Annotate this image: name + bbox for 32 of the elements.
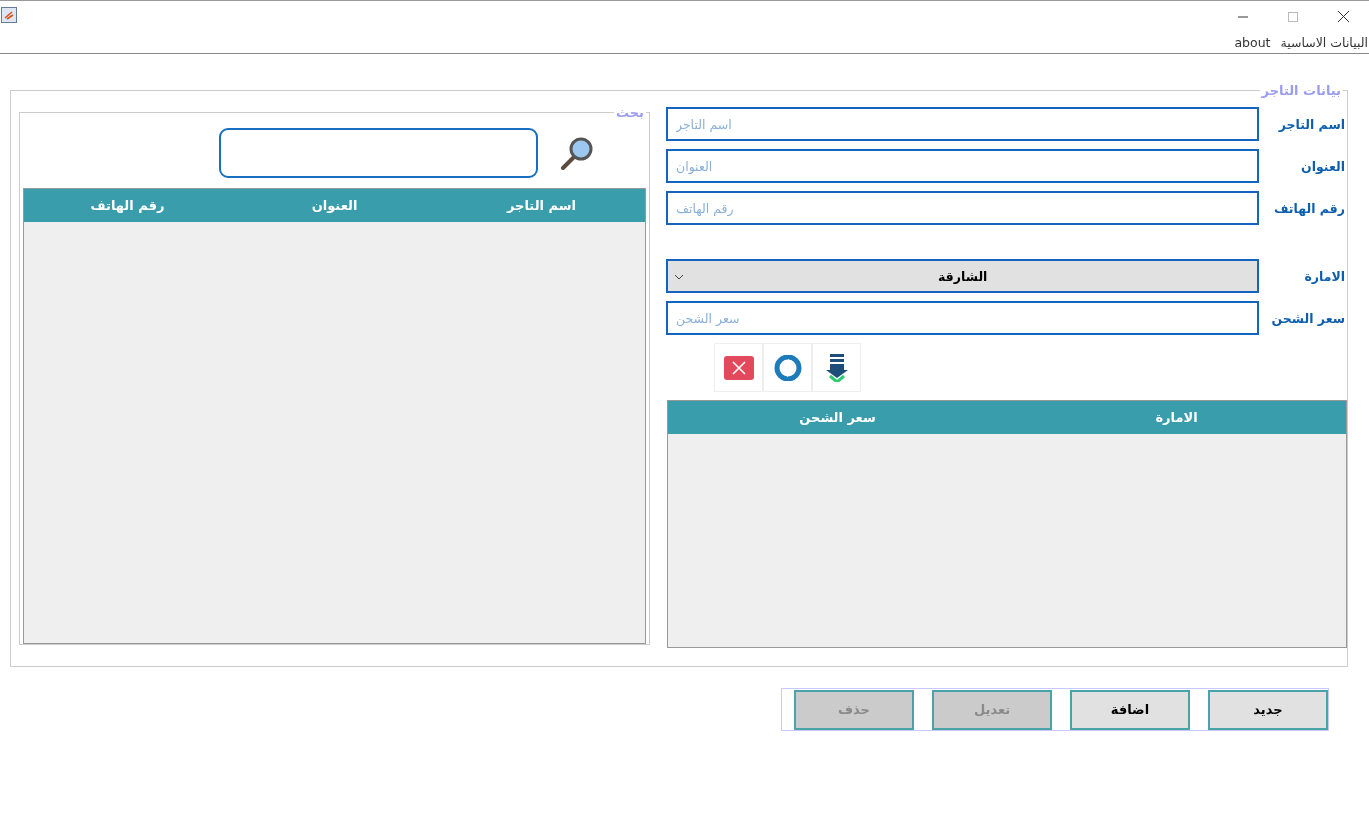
input-field[interactable]: اسم التاجر	[666, 107, 1260, 141]
field-label: الامارة	[1303, 268, 1346, 284]
save-button[interactable]	[812, 343, 861, 392]
action-button[interactable]: اضافة	[1070, 689, 1190, 730]
field-label: رقم الهاتف	[1272, 200, 1346, 216]
input-field[interactable]: العنوان	[666, 149, 1260, 183]
field-label: اسم التاجر	[1277, 116, 1346, 132]
column-header: رقم الهاتف	[89, 198, 166, 213]
input-field[interactable]: رقم الهاتف	[666, 191, 1260, 225]
panel-title: بحث	[615, 105, 645, 120]
menu-item[interactable]: البيانات الاساسية	[1280, 35, 1368, 50]
column-header: سعر الشحن	[798, 410, 877, 425]
app-icon	[1, 7, 17, 23]
menu-item[interactable]: about	[1234, 35, 1271, 50]
refresh-button[interactable]	[763, 343, 812, 392]
input-field[interactable]: سعر الشحن	[666, 301, 1260, 335]
refresh-icon	[773, 354, 802, 381]
field-label: سعر الشحن	[1270, 310, 1346, 326]
dropdown[interactable]: الشارقة	[666, 259, 1260, 293]
close-icon	[723, 355, 754, 380]
action-button[interactable]: جديد	[1208, 689, 1328, 730]
chevron-down-icon	[674, 274, 684, 280]
column-header: اسم التاجر	[505, 198, 577, 213]
column-header: العنوان	[310, 198, 359, 213]
search-field[interactable]	[219, 128, 538, 178]
search-icon[interactable]	[560, 136, 594, 170]
column-header: الامارة	[1154, 410, 1199, 425]
panel-title: بيانات التاجر	[1260, 83, 1342, 98]
close-icon[interactable]	[1338, 11, 1349, 22]
download-arrow-icon	[825, 353, 848, 382]
delete-button[interactable]	[714, 343, 763, 392]
field-label: العنوان	[1300, 158, 1346, 174]
